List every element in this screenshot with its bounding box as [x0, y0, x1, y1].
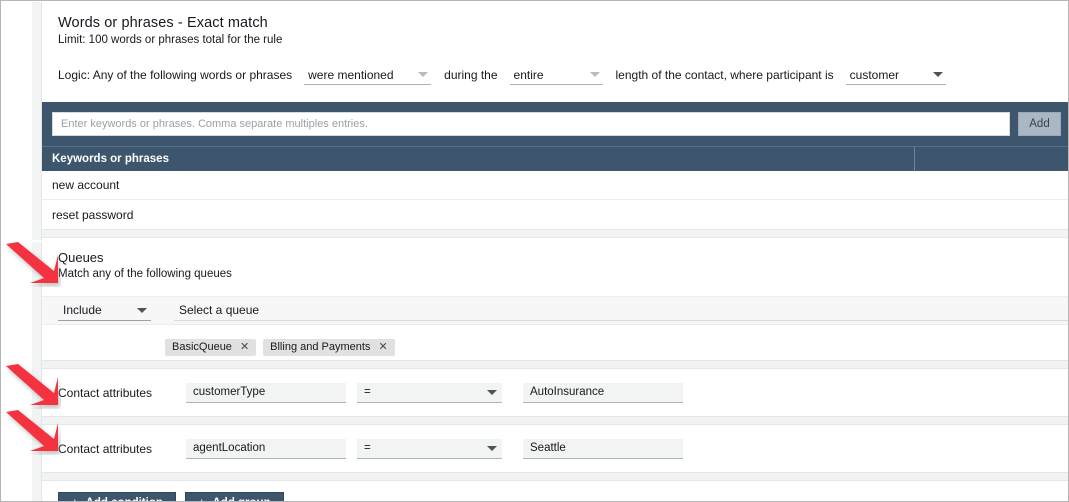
contact-attribute-row: Contact attributes agentLocation = Seatt… — [42, 425, 1068, 472]
logic-suffix-label: length of the contact, where participant… — [615, 68, 834, 82]
keyword-entry-bar: Enter keywords or phrases. Comma separat… — [42, 102, 1068, 146]
attribute-key-value: customerType — [193, 386, 266, 398]
attribute-operator-select[interactable]: = — [357, 382, 502, 403]
plus-icon: + — [71, 494, 79, 502]
logic-middle-label: during the — [444, 68, 498, 82]
keywords-table: Keywords or phrases new account reset pa… — [42, 146, 1068, 229]
contact-attribute-label: Contact attributes — [58, 385, 153, 400]
queues-title: Queues — [58, 250, 104, 265]
keyword-input-placeholder: Enter keywords or phrases. Comma separat… — [61, 118, 368, 130]
left-gutter-lower — [32, 242, 42, 501]
contact-attribute-label: Contact attributes — [58, 441, 153, 456]
queues-subtitle: Match any of the following queues — [58, 268, 232, 280]
add-group-label: Add group — [212, 497, 270, 501]
page-title: Words or phrases - Exact match — [58, 15, 268, 31]
duration-select[interactable]: entire — [509, 65, 603, 85]
queue-token-label: Blling and Payments — [270, 341, 371, 353]
close-icon[interactable]: ✕ — [240, 341, 249, 353]
rule-condition-card: Words or phrases - Exact match Limit: 10… — [42, 2, 1068, 502]
keyword-input[interactable]: Enter keywords or phrases. Comma separat… — [52, 112, 1010, 136]
add-group-button[interactable]: + Add group — [184, 492, 284, 502]
chevron-down-icon — [932, 72, 943, 77]
attribute-operator-select[interactable]: = — [357, 438, 502, 459]
table-row[interactable]: new account — [42, 171, 1068, 200]
logic-prefix-label: Logic: Any of the following words or phr… — [58, 68, 293, 82]
contact-attribute-row: Contact attributes customerType = AutoIn… — [42, 369, 1068, 416]
queue-select-value: Select a queue — [179, 303, 260, 317]
duration-value: entire — [513, 67, 544, 82]
section-divider — [42, 416, 1068, 425]
attribute-key-input[interactable]: agentLocation — [186, 438, 346, 459]
queue-select-input[interactable]: Select a queue — [174, 300, 1068, 321]
include-exclude-select[interactable]: Include — [58, 300, 151, 321]
close-icon[interactable]: ✕ — [378, 341, 387, 353]
include-exclude-value: Include — [63, 303, 102, 317]
attribute-operator-value: = — [364, 386, 371, 398]
plus-icon: + — [197, 494, 206, 502]
queue-token[interactable]: Blling and Payments ✕ — [263, 338, 395, 356]
selected-queue-tokens: BasicQueue ✕ Blling and Payments ✕ — [42, 325, 1068, 360]
attribute-key-input[interactable]: customerType — [186, 382, 346, 403]
keywords-table-header: Keywords or phrases — [42, 146, 1068, 171]
keyword-entry-panel: Enter keywords or phrases. Comma separat… — [42, 102, 1068, 229]
mention-type-value: were mentioned — [308, 67, 394, 82]
queue-token-label: BasicQueue — [172, 341, 232, 353]
page-subtitle: Limit: 100 words or phrases total for th… — [58, 34, 283, 46]
chevron-down-icon — [487, 389, 497, 395]
left-gutter-upper — [32, 2, 42, 240]
attribute-operator-value: = — [364, 442, 371, 454]
attribute-value-text: AutoInsurance — [530, 386, 605, 398]
chevron-down-icon — [418, 72, 429, 77]
queue-token[interactable]: BasicQueue ✕ — [165, 338, 257, 356]
column-header-keywords: Keywords or phrases — [42, 147, 915, 171]
chevron-down-icon — [589, 72, 600, 77]
attribute-value-input[interactable]: AutoInsurance — [523, 382, 683, 403]
chevron-down-icon — [137, 307, 147, 313]
attribute-key-value: agentLocation — [193, 442, 266, 454]
add-keyword-button[interactable]: Add — [1018, 112, 1061, 136]
attribute-value-input[interactable]: Seattle — [523, 438, 683, 459]
queues-section: Queues Match any of the following queues… — [42, 238, 1068, 360]
section-divider — [42, 360, 1068, 369]
participant-value: customer — [849, 67, 900, 82]
attribute-value-text: Seattle — [530, 442, 566, 454]
mention-type-select[interactable]: were mentioned — [304, 65, 432, 85]
section-divider — [42, 229, 1068, 238]
add-condition-label: Add condition — [86, 497, 163, 501]
table-row[interactable]: reset password — [42, 200, 1068, 229]
footer-actions: + Add condition + Add group — [42, 481, 1068, 502]
screenshot-frame: Words or phrases - Exact match Limit: 10… — [0, 0, 1069, 502]
logic-row: Logic: Any of the following words or phr… — [42, 46, 1068, 85]
chevron-down-icon — [487, 445, 497, 451]
words-or-phrases-section: Words or phrases - Exact match Limit: 10… — [42, 2, 1068, 229]
add-condition-button[interactable]: + Add condition — [58, 492, 176, 502]
participant-select[interactable]: customer — [845, 65, 946, 85]
queues-control-row: Include Select a queue — [42, 296, 1068, 325]
section-divider — [42, 472, 1068, 481]
